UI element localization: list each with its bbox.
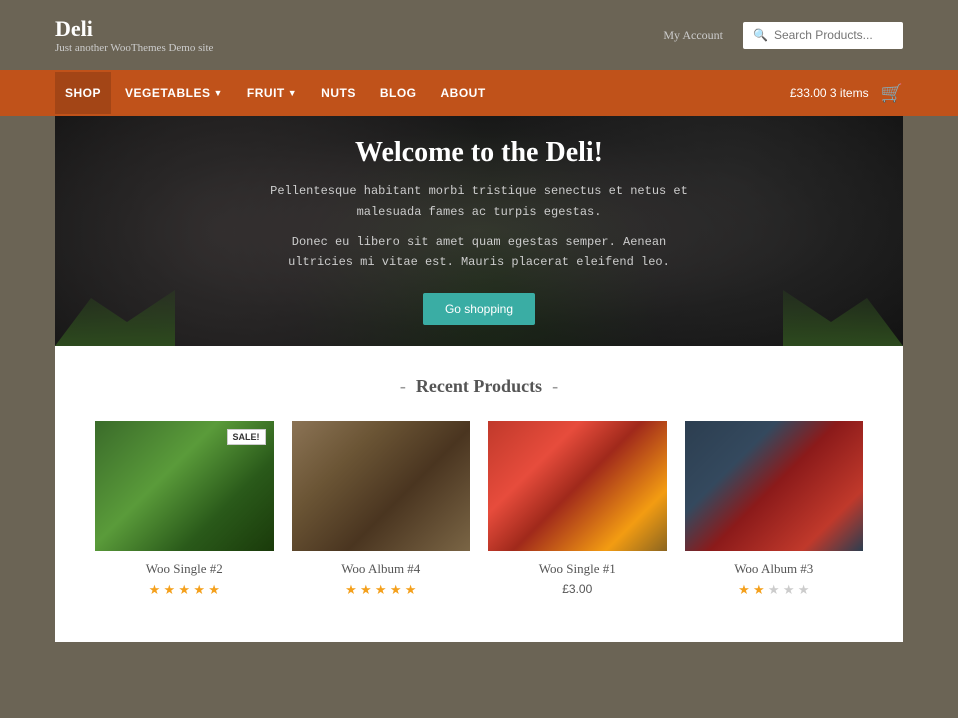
search-icon: 🔍 — [753, 28, 768, 43]
site-tagline: Just another WooThemes Demo site — [55, 42, 213, 54]
hero-banner: Welcome to the Deli! Pellentesque habita… — [55, 116, 903, 346]
sale-badge-1: SALE! — [227, 429, 266, 445]
nav-item-vegetables[interactable]: VEGETABLES ▼ — [115, 72, 233, 114]
product-card-4[interactable]: Woo Album #3 ★ ★ ★ ★ ★ — [685, 421, 864, 602]
search-input[interactable] — [774, 28, 893, 42]
star-1: ★ — [738, 582, 750, 597]
my-account-link[interactable]: My Account — [663, 28, 723, 43]
nav-item-shop[interactable]: SHOP — [55, 72, 111, 114]
site-branding: Deli Just another WooThemes Demo site — [55, 16, 213, 54]
star-2: ★ — [360, 582, 372, 597]
star-4: ★ — [193, 582, 205, 597]
products-grid: SALE! Woo Single #2 ★ ★ ★ ★ ★ Woo Album … — [95, 421, 863, 602]
star-1: ★ — [345, 582, 357, 597]
hero-title: Welcome to the Deli! — [355, 137, 603, 169]
site-nav: SHOP VEGETABLES ▼ FRUIT ▼ NUTS BLOG ABOU… — [0, 70, 958, 116]
chevron-down-icon: ▼ — [288, 88, 297, 98]
product-stars-2: ★ ★ ★ ★ ★ — [292, 582, 471, 598]
product-image-wrap-2 — [292, 421, 471, 551]
cart-icon[interactable]: 🛒 — [881, 83, 903, 104]
star-2: ★ — [753, 582, 765, 597]
star-5: ★ — [208, 582, 220, 597]
cart-items-label: 3 items — [830, 86, 869, 100]
product-stars-1: ★ ★ ★ ★ ★ — [95, 582, 274, 598]
star-3: ★ — [178, 582, 190, 597]
product-image-wrap-4 — [685, 421, 864, 551]
product-card-1[interactable]: SALE! Woo Single #2 ★ ★ ★ ★ ★ — [95, 421, 274, 602]
hero-text1: Pellentesque habitant morbi tristique se… — [269, 181, 689, 222]
product-card-2[interactable]: Woo Album #4 ★ ★ ★ ★ ★ — [292, 421, 471, 602]
nav-item-blog[interactable]: BLOG — [370, 72, 427, 114]
star-5: ★ — [405, 582, 417, 597]
nav-right: £33.00 3 items 🛒 — [790, 83, 903, 104]
star-3: ★ — [768, 582, 780, 597]
go-shopping-button[interactable]: Go shopping — [423, 293, 535, 325]
site-header: Deli Just another WooThemes Demo site My… — [0, 0, 958, 70]
recent-products-section: Recent Products SALE! Woo Single #2 ★ ★ … — [55, 346, 903, 612]
main-wrapper: Welcome to the Deli! Pellentesque habita… — [55, 116, 903, 642]
star-5: ★ — [798, 582, 810, 597]
star-2: ★ — [164, 582, 176, 597]
product-name-2: Woo Album #4 — [292, 561, 471, 577]
product-stars-4: ★ ★ ★ ★ ★ — [685, 582, 864, 598]
chevron-down-icon: ▼ — [213, 88, 222, 98]
nav-item-fruit[interactable]: FRUIT ▼ — [237, 72, 307, 114]
section-title: Recent Products — [95, 376, 863, 397]
search-bar[interactable]: 🔍 — [743, 22, 903, 49]
star-1: ★ — [149, 582, 161, 597]
product-card-3[interactable]: Woo Single #1 £3.00 — [488, 421, 667, 602]
product-image-4 — [685, 421, 864, 551]
star-3: ★ — [375, 582, 387, 597]
hero-text2: Donec eu libero sit amet quam egestas se… — [269, 232, 689, 273]
product-image-wrap-3 — [488, 421, 667, 551]
site-title: Deli — [55, 16, 213, 42]
nav-item-about[interactable]: ABOUT — [431, 72, 496, 114]
product-price-3: £3.00 — [488, 582, 667, 596]
cart-amount: £33.00 — [790, 86, 827, 100]
product-image-3 — [488, 421, 667, 551]
product-name-1: Woo Single #2 — [95, 561, 274, 577]
nav-left: SHOP VEGETABLES ▼ FRUIT ▼ NUTS BLOG ABOU… — [55, 72, 496, 114]
product-name-3: Woo Single #1 — [488, 561, 667, 577]
nav-item-nuts[interactable]: NUTS — [311, 72, 366, 114]
product-name-4: Woo Album #3 — [685, 561, 864, 577]
product-image-2 — [292, 421, 471, 551]
header-right: My Account 🔍 — [663, 22, 903, 49]
star-4: ★ — [783, 582, 795, 597]
star-4: ★ — [390, 582, 402, 597]
cart-info: £33.00 3 items — [790, 86, 869, 100]
product-image-wrap-1: SALE! — [95, 421, 274, 551]
